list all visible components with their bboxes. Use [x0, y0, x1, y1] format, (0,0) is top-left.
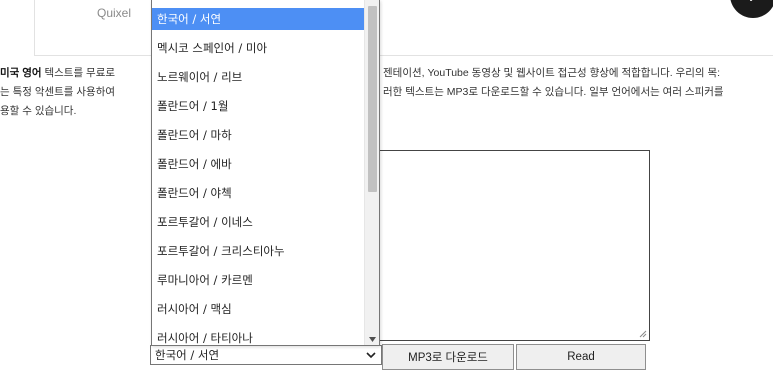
dropdown-scrollbar[interactable] — [364, 0, 379, 345]
card-label: Quixel — [97, 6, 132, 20]
description-line3: 용할 수 있습니다. — [0, 105, 77, 117]
description-line1b: 젠테이션, YouTube 동영상 및 웹사이트 접근성 향상에 적합합니다. … — [383, 67, 721, 79]
option-polish-jacek[interactable]: 폴란드어 / 야첵 — [152, 182, 365, 204]
description-bold: 미국 영어 — [0, 67, 42, 79]
option-norwegian-liv[interactable]: 노르웨이어 / 리브 — [152, 66, 365, 88]
chevron-down-icon — [366, 352, 376, 359]
read-button[interactable]: Read — [516, 344, 646, 370]
option-polish-maja[interactable]: 폴란드어 / 마하 — [152, 124, 365, 146]
resize-grip-icon[interactable] — [639, 330, 647, 338]
option-polish-ewa[interactable]: 폴란드어 / 에바 — [152, 153, 365, 175]
voice-select-value: 한국어 / 서연 — [155, 348, 220, 362]
text-input[interactable] — [378, 150, 650, 341]
option-portuguese-cristiano[interactable]: 포르투갈어 / 크리스티아누 — [152, 240, 365, 262]
arrow-down-icon[interactable] — [369, 337, 376, 342]
description-line2b: 러한 텍스트는 MP3로 다운로드할 수 있습니다. 일부 언어에서는 여러 스… — [383, 86, 724, 98]
description-line1a: 텍스트를 무료로 — [41, 67, 116, 79]
option-polish-jan[interactable]: 폴란드어 / 1월 — [152, 95, 365, 117]
voice-dropdown-list[interactable]: 한국어 / 서연 멕시코 스페인어 / 미아 노르웨이어 / 리브 폴란드어 /… — [151, 0, 380, 346]
next-button[interactable] — [730, 0, 773, 18]
option-korean-seoyeon[interactable]: 한국어 / 서연 — [152, 8, 365, 30]
option-russian-tatyana[interactable]: 러시아어 / 타티아나 — [152, 327, 365, 345]
option-portuguese-ines[interactable]: 포르투갈어 / 이네스 — [152, 211, 365, 233]
option-mexican-spanish-mia[interactable]: 멕시코 스페인어 / 미아 — [152, 37, 365, 59]
option-russian-maxim[interactable]: 러시아어 / 맥심 — [152, 298, 365, 320]
voice-select[interactable]: 한국어 / 서연 — [150, 345, 382, 365]
scrollbar-thumb[interactable] — [368, 6, 377, 192]
download-mp3-button[interactable]: MP3로 다운로드 — [382, 344, 514, 370]
description-line2a: 는 특정 악센트를 사용하여 — [0, 86, 116, 98]
voice-card: Quixel — [34, 0, 773, 56]
option-romanian-carmen[interactable]: 루마니아어 / 카르멘 — [152, 269, 365, 291]
chevron-right-icon — [750, 0, 753, 1]
